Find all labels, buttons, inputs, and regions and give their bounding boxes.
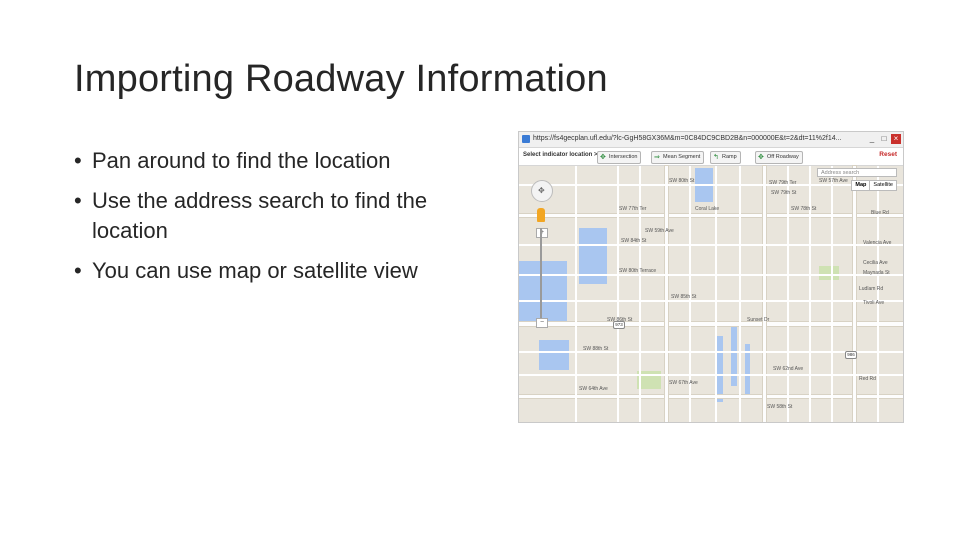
street-label: SW 85th St bbox=[671, 294, 697, 300]
embedded-screenshot: https://fs4gecplan.ufl.edu/?lc-GgH58GX36… bbox=[518, 131, 904, 423]
road bbox=[739, 166, 741, 422]
street-view-pegman-icon[interactable] bbox=[537, 208, 545, 222]
street-label: Red Rd bbox=[859, 376, 876, 382]
street-label: SW 79th Ter bbox=[769, 180, 797, 186]
street-label: SW 57th Ave bbox=[819, 178, 848, 184]
road bbox=[665, 166, 668, 422]
bullet-text: Use the address search to find the locat… bbox=[92, 188, 428, 243]
bullet-item: • Pan around to find the location bbox=[74, 146, 494, 176]
street-label: SW 64th Ave bbox=[579, 386, 608, 392]
app-toolbar: Select indicator location > ✥ Intersectio… bbox=[519, 148, 903, 166]
bullet-text: You can use map or satellite view bbox=[92, 258, 418, 283]
street-label: Sunset Dr bbox=[747, 317, 770, 323]
road bbox=[787, 166, 789, 422]
zoom-slider[interactable] bbox=[540, 228, 542, 318]
bullet-dot-icon: • bbox=[74, 188, 82, 213]
map-type-toggle[interactable]: Map Satellite bbox=[851, 180, 897, 191]
move-icon: ✥ bbox=[758, 154, 764, 161]
bullet-item: • You can use map or satellite view bbox=[74, 256, 494, 286]
reset-button[interactable]: Reset bbox=[879, 151, 897, 158]
road bbox=[617, 166, 619, 422]
road bbox=[639, 166, 641, 422]
bullet-dot-icon: • bbox=[74, 148, 82, 173]
intersection-button[interactable]: ✥ Intersection bbox=[597, 151, 642, 164]
street-label: Valencia Ave bbox=[863, 240, 892, 246]
close-button[interactable]: × bbox=[891, 134, 901, 144]
route-shield-icon: 986 bbox=[845, 351, 857, 359]
move-icon: ✥ bbox=[600, 154, 606, 161]
street-label: SW 88th St bbox=[583, 346, 609, 352]
off-roadway-button[interactable]: ✥ Off Roadway bbox=[755, 151, 803, 164]
mean-segment-button[interactable]: ⇒ Mean Segment bbox=[651, 151, 705, 164]
map-view-button[interactable]: Map bbox=[852, 181, 871, 190]
street-label: Maynada St bbox=[863, 270, 890, 276]
road bbox=[831, 166, 833, 422]
street-label: SW 80th Terrace bbox=[619, 268, 657, 274]
zoom-in-button[interactable]: + bbox=[536, 228, 548, 238]
toolbar-label: Select indicator location > bbox=[523, 152, 598, 158]
arrow-right-icon: ⇒ bbox=[654, 154, 660, 161]
road bbox=[809, 166, 811, 422]
pan-arrows-icon: ✥ bbox=[538, 186, 545, 195]
address-bar[interactable]: https://fs4gecplan.ufl.edu/?lc-GgH58GX36… bbox=[533, 135, 841, 142]
bullet-text: Pan around to find the location bbox=[92, 148, 391, 173]
street-label: Blue Rd bbox=[871, 210, 889, 216]
street-label: Coral Lake bbox=[695, 206, 720, 212]
street-label: SW 84th St bbox=[621, 238, 647, 244]
satellite-view-button[interactable]: Satellite bbox=[870, 181, 896, 190]
water-area bbox=[519, 261, 567, 325]
pan-control[interactable]: ✥ bbox=[531, 180, 553, 202]
address-search-input[interactable]: Address search bbox=[817, 168, 897, 177]
bullet-item: • Use the address search to find the loca… bbox=[74, 186, 494, 246]
road bbox=[575, 166, 577, 422]
bullet-list: • Pan around to find the location • Use th… bbox=[74, 146, 494, 296]
road bbox=[763, 166, 766, 422]
street-label: SW 80th St bbox=[669, 178, 695, 184]
minimize-button[interactable]: _ bbox=[867, 134, 877, 144]
road bbox=[877, 166, 879, 422]
street-label: SW 78th St bbox=[791, 206, 817, 212]
bullet-dot-icon: • bbox=[74, 258, 82, 283]
map-canvas[interactable]: SW 80th St SW 79th Ter SW 79th St SW 78t… bbox=[519, 166, 903, 422]
road bbox=[715, 166, 717, 422]
street-label: SW 77th Ter bbox=[619, 206, 647, 212]
maximize-button[interactable]: □ bbox=[879, 134, 889, 144]
street-label: Cecilia Ave bbox=[863, 260, 888, 266]
street-label: Ludlam Rd bbox=[859, 286, 884, 292]
street-label: SW 62nd Ave bbox=[773, 366, 804, 372]
zoom-out-button[interactable]: − bbox=[536, 318, 548, 328]
water-area bbox=[731, 326, 737, 386]
street-label: Tivoli Ave bbox=[863, 300, 885, 306]
ramp-icon: ↰ bbox=[713, 154, 719, 161]
park-area bbox=[819, 266, 839, 280]
street-label: SW 59th Ave bbox=[645, 228, 674, 234]
street-label: SW 67th Ave bbox=[669, 380, 698, 386]
browser-titlebar: https://fs4gecplan.ufl.edu/?lc-GgH58GX36… bbox=[519, 132, 903, 148]
slide-title: Importing Roadway Information bbox=[74, 58, 608, 100]
route-shield-icon: 973 bbox=[613, 321, 625, 329]
road bbox=[853, 166, 856, 422]
water-area bbox=[717, 336, 723, 402]
favicon-icon bbox=[522, 135, 530, 143]
street-label: SW 58th St bbox=[767, 404, 793, 410]
water-area bbox=[539, 340, 569, 370]
street-label: SW 79th St bbox=[771, 190, 797, 196]
ramp-button[interactable]: ↰ Ramp bbox=[710, 151, 741, 164]
